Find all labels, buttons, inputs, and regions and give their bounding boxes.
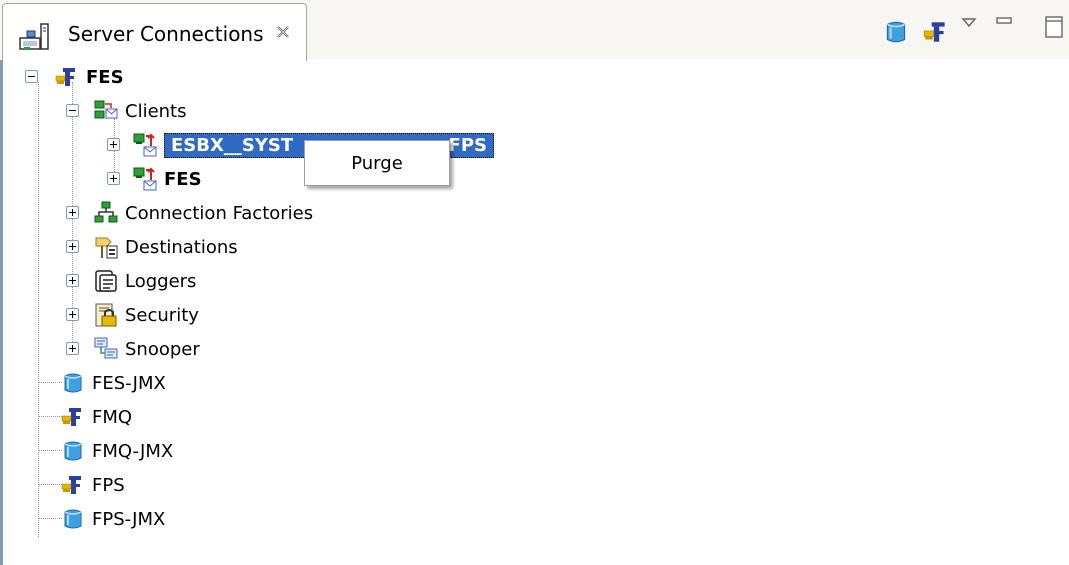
jmx-server-icon[interactable]: [882, 18, 910, 46]
view-tab-bar: Server Connections: [0, 0, 1069, 61]
view-menu-icon[interactable]: [960, 14, 978, 32]
tree-node-destinations[interactable]: Destinations: [93, 232, 238, 262]
expand-toggle[interactable]: [66, 308, 79, 321]
server-connections-icon: [19, 23, 49, 50]
tree-node-loggers[interactable]: Loggers: [93, 266, 196, 296]
tree-node-label: Snooper: [125, 338, 200, 360]
tree-node-label: FES: [86, 66, 124, 88]
ems-server-icon: [54, 64, 80, 90]
tree-node-fps[interactable]: FPS: [60, 470, 125, 500]
tree-node-label: FMQ: [92, 406, 133, 428]
tree-node-label: FMQ-JMX: [92, 440, 174, 462]
tree-node-label: FES-JMX: [92, 372, 166, 394]
tab-server-connections[interactable]: Server Connections: [2, 3, 307, 61]
expand-toggle[interactable]: [66, 274, 79, 287]
client-connection-icon: [132, 166, 158, 192]
context-menu: Purge: [304, 140, 450, 186]
close-icon[interactable]: [275, 24, 291, 40]
selected-client-label-right: FPS: [448, 134, 487, 156]
expand-toggle[interactable]: [66, 342, 79, 355]
tree-node-label: FPS-JMX: [92, 508, 166, 530]
tree-line: [38, 484, 62, 485]
menu-item-purge[interactable]: Purge: [309, 147, 445, 179]
ems-server-icon[interactable]: [922, 18, 950, 46]
tree-node-fmq-jmx[interactable]: FMQ-JMX: [60, 436, 173, 466]
clients-icon: [93, 98, 119, 124]
tab-title: Server Connections: [68, 22, 264, 46]
tree-node-label: Connection Factories: [125, 202, 314, 224]
tree-node-fps-jmx[interactable]: FPS-JMX: [60, 504, 165, 534]
tree-line: [38, 450, 62, 451]
minimize-icon[interactable]: [994, 14, 1014, 32]
collapse-toggle[interactable]: [25, 70, 38, 83]
tree-line: [38, 416, 62, 417]
jmx-server-icon: [60, 370, 86, 396]
tree-line: [38, 518, 62, 519]
expand-toggle[interactable]: [107, 138, 120, 151]
server-connections-tree[interactable]: FES Clients ESBX__SYST FPS FES Connectio…: [0, 60, 1069, 565]
tree-node-label: Destinations: [125, 236, 238, 258]
tree-node-snooper[interactable]: Snooper: [93, 334, 200, 364]
expand-toggle[interactable]: [66, 240, 79, 253]
destinations-icon: [93, 234, 119, 260]
maximize-icon[interactable]: [1042, 14, 1064, 40]
tree-node-fes-server[interactable]: FES: [54, 62, 124, 92]
security-icon: [93, 302, 119, 328]
tree-node-fmq[interactable]: FMQ: [60, 402, 132, 432]
collapse-toggle[interactable]: [66, 104, 79, 117]
tree-node-client-fes[interactable]: FES: [132, 164, 202, 194]
tree-line: [38, 382, 62, 383]
tree-node-label: Security: [125, 304, 199, 326]
jmx-server-icon: [60, 506, 86, 532]
tree-node-security[interactable]: Security: [93, 300, 199, 330]
tree-node-label: FES: [164, 168, 202, 190]
tree-line: [38, 82, 39, 537]
ems-server-icon: [60, 472, 86, 498]
tree-node-label: Loggers: [125, 270, 197, 292]
connection-factories-icon: [93, 200, 119, 226]
tree-node-fes-jmx[interactable]: FES-JMX: [60, 368, 166, 398]
loggers-icon: [93, 268, 119, 294]
tree-node-label: FPS: [92, 474, 125, 496]
tree-node-clients[interactable]: Clients: [93, 96, 187, 126]
tree-node-label: Clients: [125, 100, 187, 122]
expand-toggle[interactable]: [107, 172, 120, 185]
expand-toggle[interactable]: [66, 206, 79, 219]
ems-server-icon: [60, 404, 86, 430]
tree-node-connection-factories[interactable]: Connection Factories: [93, 198, 313, 228]
selected-client-label-left: ESBX__SYST: [171, 134, 294, 156]
snooper-icon: [93, 336, 119, 362]
jmx-server-icon: [60, 438, 86, 464]
client-connection-icon: [132, 132, 158, 158]
view-toolbar: [882, 16, 1069, 46]
